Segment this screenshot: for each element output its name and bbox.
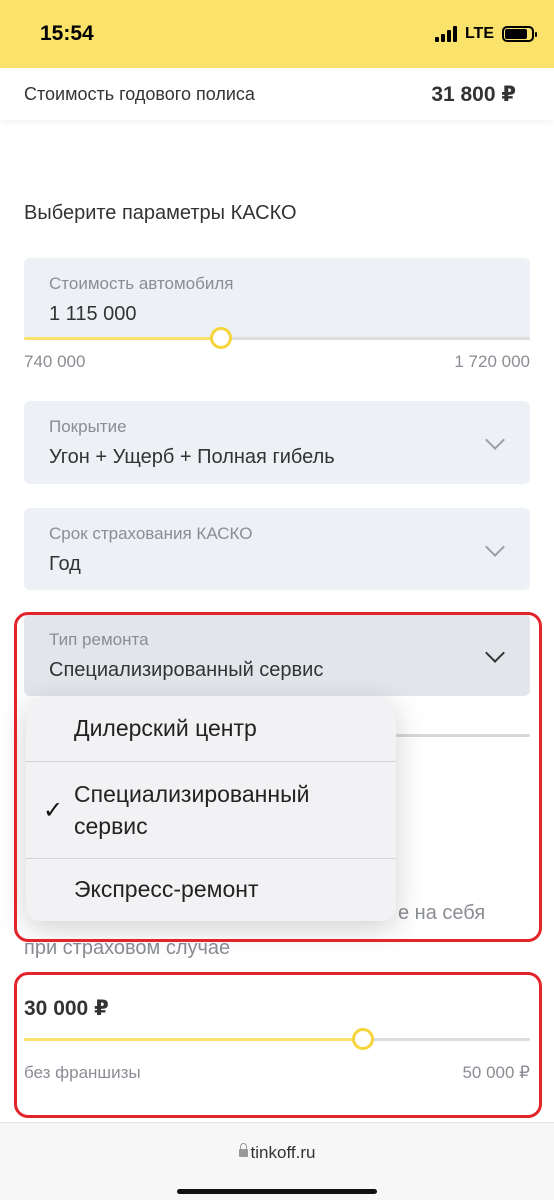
car-value-slider-thumb[interactable] xyxy=(210,327,232,349)
policy-cost-label: Стоимость годового полиса xyxy=(24,83,255,104)
car-value-slider-fill xyxy=(24,337,221,340)
browser-bar: tinkoff.ru xyxy=(0,1122,554,1200)
network-type: LTE xyxy=(464,25,494,42)
car-value-field[interactable]: Стоимость автомобиля 1 115 000 xyxy=(24,258,530,340)
chevron-down-icon xyxy=(485,537,505,557)
highlight-box-repair xyxy=(14,612,542,942)
lock-icon xyxy=(238,1143,248,1157)
status-indicators: LTE xyxy=(434,25,537,43)
term-label: Срок страхования КАСКО xyxy=(49,524,253,543)
highlight-box-franchise xyxy=(14,972,542,1118)
coverage-label: Покрытие xyxy=(49,417,127,436)
car-value-label: Стоимость автомобиля xyxy=(49,274,234,293)
coverage-select[interactable]: Покрытие Угон + Ущерб + Полная гибель xyxy=(24,401,530,484)
car-value-value: 1 115 000 xyxy=(49,303,137,325)
home-indicator[interactable] xyxy=(177,1189,377,1194)
signal-icon xyxy=(434,26,457,42)
status-bar: 15:54 LTE xyxy=(0,0,554,68)
car-value-min: 740 000 xyxy=(24,352,86,371)
policy-cost-value: 31 800 ₽ xyxy=(431,82,516,106)
section-title: Выберите параметры КАСКО xyxy=(24,202,297,224)
term-value: Год xyxy=(49,553,81,575)
car-value-max: 1 720 000 xyxy=(454,352,530,371)
coverage-value: Угон + Ущерб + Полная гибель xyxy=(49,446,335,468)
chevron-down-icon xyxy=(485,430,505,450)
policy-cost-header: Стоимость годового полиса 31 800 ₽ xyxy=(0,68,554,120)
term-select[interactable]: Срок страхования КАСКО Год xyxy=(24,508,530,590)
url-bar[interactable]: tinkoff.ru xyxy=(0,1143,554,1163)
url-text: tinkoff.ru xyxy=(250,1143,316,1162)
status-time: 15:54 xyxy=(40,22,94,45)
battery-icon xyxy=(502,26,537,42)
